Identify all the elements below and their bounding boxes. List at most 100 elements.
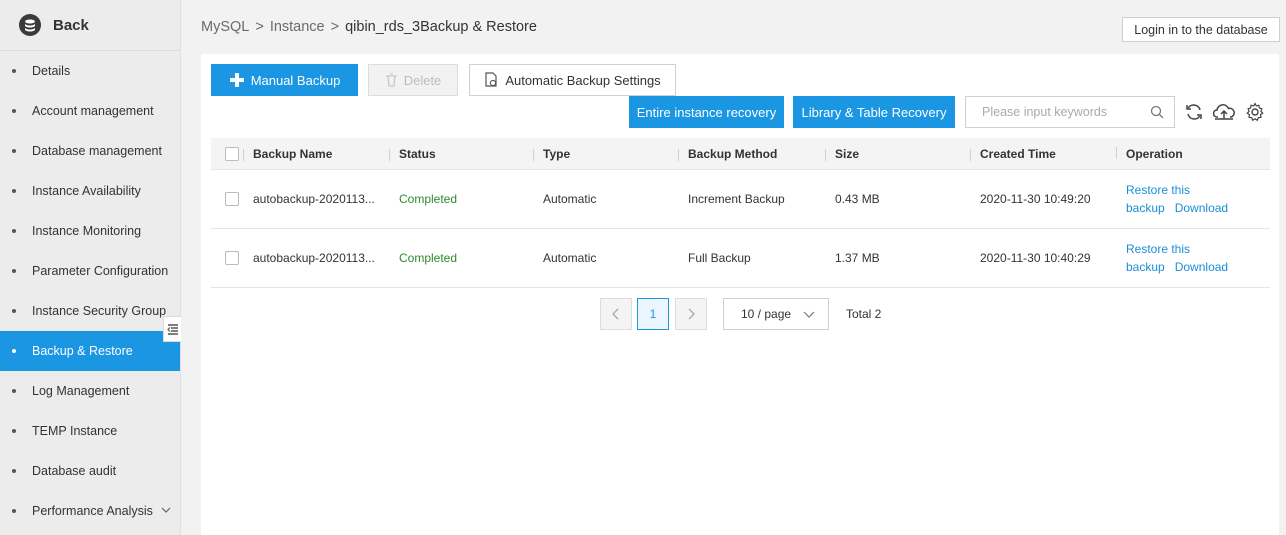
refresh-icon[interactable] — [1182, 100, 1206, 124]
row-select-cell — [211, 192, 253, 206]
sidebar-item-account-management[interactable]: Account management — [0, 91, 180, 131]
automatic-backup-settings-button[interactable]: Automatic Backup Settings — [469, 64, 676, 96]
breadcrumb-current: qibin_rds_3Backup & Restore — [345, 19, 537, 35]
column-header[interactable]: Created Time — [970, 147, 1126, 161]
row-checkbox[interactable] — [225, 251, 239, 265]
restore-backup-link-cont[interactable]: backup — [1126, 201, 1165, 215]
sidebar-item-label: Performance Analysis — [32, 504, 153, 518]
plus-icon — [229, 73, 244, 87]
size-text: 0.43 MB — [835, 192, 880, 206]
bullet-icon — [12, 109, 16, 113]
prev-page-button[interactable] — [600, 298, 632, 330]
sidebar-item-details[interactable]: Details — [0, 51, 180, 91]
page-size-value: 10 / page — [741, 307, 792, 321]
download-link[interactable]: Download — [1175, 260, 1228, 274]
upload-cloud-icon[interactable] — [1212, 100, 1236, 124]
restore-backup-link[interactable]: Restore this — [1126, 183, 1190, 197]
backup-name: autobackup-2020113... — [253, 192, 375, 206]
bullet-icon — [12, 509, 16, 513]
row-select-cell — [211, 251, 253, 265]
row-checkbox[interactable] — [225, 192, 239, 206]
sidebar-item-label: Database audit — [32, 464, 117, 478]
type-text: Automatic — [543, 192, 597, 206]
size-text: 1.37 MB — [835, 251, 880, 265]
chevron-down-icon — [161, 507, 171, 513]
delete-label: Delete — [403, 72, 442, 88]
settings-file-icon — [485, 72, 497, 87]
method-text: Full Backup — [688, 251, 751, 265]
sidebar-item-label: Instance Availability — [32, 184, 141, 198]
sidebar-item-parameter-configuration[interactable]: Parameter Configuration — [0, 251, 180, 291]
table-row: autobackup-2020113... Completed Automati… — [211, 229, 1270, 288]
sidebar-item-label: Database management — [32, 144, 162, 158]
back-button[interactable]: Back — [0, 0, 180, 51]
sidebar-item-database-audit[interactable]: Database audit — [0, 451, 180, 491]
gear-icon[interactable] — [1243, 100, 1267, 124]
search-icon[interactable] — [1150, 105, 1164, 119]
type-text: Automatic — [543, 251, 597, 265]
page-number-current[interactable]: 1 — [637, 298, 669, 330]
sidebar-item-database-management[interactable]: Database management — [0, 131, 180, 171]
breadcrumb-instance[interactable]: Instance — [270, 19, 325, 35]
entire-instance-recovery-button[interactable]: Entire instance recovery — [629, 96, 784, 128]
column-header[interactable]: Backup Name — [243, 147, 399, 161]
operation-cell: Restore this backup Download — [1126, 181, 1270, 217]
sidebar-item-instance-availability[interactable]: Instance Availability — [0, 171, 180, 211]
select-all-cell — [211, 146, 253, 161]
manual-backup-button[interactable]: Manual Backup — [211, 64, 358, 96]
automatic-backup-settings-label: Automatic Backup Settings — [505, 72, 661, 88]
operation-cell: Restore this backup Download — [1126, 240, 1270, 276]
chevron-right-icon — [688, 308, 695, 320]
sidebar: Back Details Account management Database… — [0, 0, 181, 535]
chevron-down-icon — [803, 311, 815, 318]
total-count: Total 2 — [846, 307, 882, 321]
bullet-icon — [12, 429, 16, 433]
table-row: autobackup-2020113... Completed Automati… — [211, 170, 1270, 229]
sidebar-item-label: Parameter Configuration — [32, 264, 169, 278]
table-header: Backup Name Status Type Backup Method Si… — [211, 138, 1270, 170]
backup-name: autobackup-2020113... — [253, 251, 375, 265]
restore-backup-link-cont[interactable]: backup — [1126, 260, 1165, 274]
main-panel: Manual Backup Delete Automatic Backup Se… — [201, 54, 1279, 535]
status-text: Completed — [399, 192, 458, 206]
bullet-icon — [12, 389, 16, 393]
restore-backup-link[interactable]: Restore this — [1126, 242, 1190, 256]
collapse-sidebar-icon[interactable] — [163, 316, 181, 342]
breadcrumb-separator: > — [330, 19, 340, 35]
sidebar-item-backup-restore[interactable]: Backup & Restore — [0, 331, 180, 371]
column-header[interactable]: Type — [533, 147, 688, 161]
entire-instance-recovery-label: Entire instance recovery — [636, 104, 777, 120]
backup-table: Backup Name Status Type Backup Method Si… — [211, 138, 1270, 288]
delete-button[interactable]: Delete — [368, 64, 458, 96]
bullet-icon — [12, 69, 16, 73]
bullet-icon — [12, 149, 16, 153]
manual-backup-label: Manual Backup — [250, 72, 341, 88]
sidebar-item-performance-analysis[interactable]: Performance Analysis — [0, 491, 180, 531]
sidebar-item-label: Account management — [32, 104, 154, 118]
column-header[interactable]: Status — [389, 147, 543, 161]
sidebar-item-label: Backup & Restore — [32, 344, 133, 358]
sidebar-item-instance-monitoring[interactable]: Instance Monitoring — [0, 211, 180, 251]
column-header[interactable]: Backup Method — [678, 147, 835, 161]
bullet-icon — [12, 309, 16, 313]
next-page-button[interactable] — [675, 298, 707, 330]
sidebar-item-label: Instance Monitoring — [32, 224, 142, 238]
breadcrumb-mysql[interactable]: MySQL — [201, 19, 249, 35]
column-header: Operation — [1116, 145, 1270, 163]
created-time: 2020-11-30 10:40:29 — [980, 251, 1091, 265]
database-icon — [19, 14, 41, 36]
column-header[interactable]: Size — [825, 147, 980, 161]
sidebar-item-instance-security-group[interactable]: Instance Security Group — [0, 291, 180, 331]
sidebar-item-temp-instance[interactable]: TEMP Instance — [0, 411, 180, 451]
library-table-recovery-button[interactable]: Library & Table Recovery — [793, 96, 955, 128]
download-link[interactable]: Download — [1175, 201, 1228, 215]
search-box — [965, 96, 1175, 128]
sidebar-nav: Details Account management Database mana… — [0, 51, 180, 531]
search-input[interactable] — [982, 105, 1150, 119]
breadcrumb-separator: > — [255, 19, 264, 35]
select-all-checkbox[interactable] — [225, 146, 239, 161]
sidebar-item-label: TEMP Instance — [32, 424, 118, 438]
page-size-select[interactable]: 10 / page — [723, 298, 829, 330]
login-database-button[interactable]: Login in to the database — [1122, 17, 1280, 42]
sidebar-item-log-management[interactable]: Log Management — [0, 371, 180, 411]
